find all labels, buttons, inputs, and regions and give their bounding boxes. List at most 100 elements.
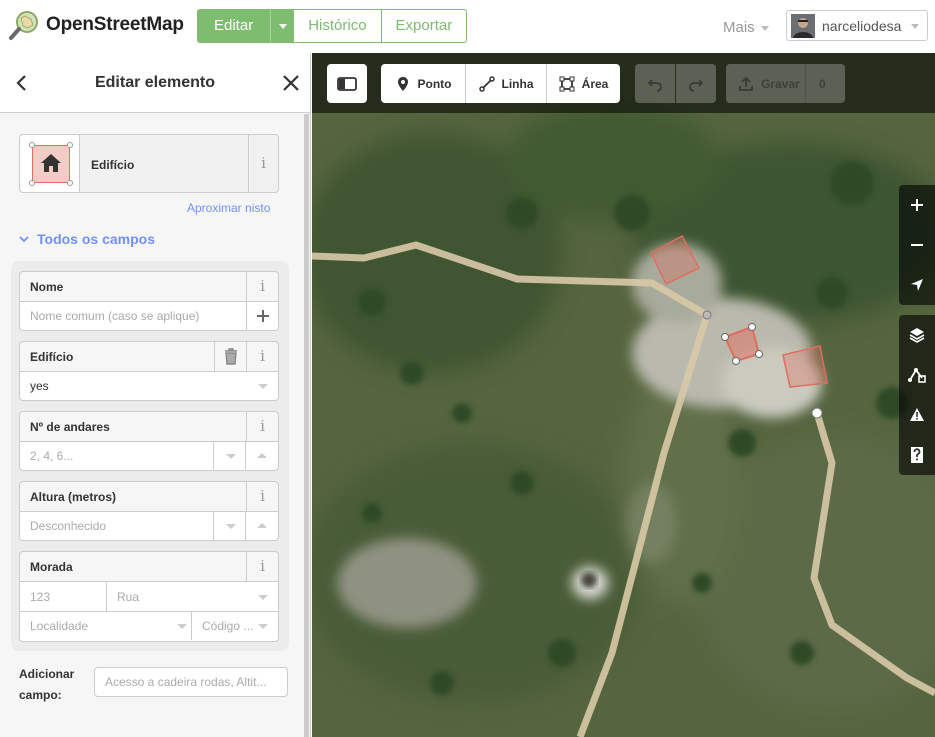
housenumber-input[interactable]: 123 [30, 582, 50, 610]
fields-container: Nome i Nome comum (caso se aplique) Edif… [11, 261, 289, 651]
add-line-button[interactable]: Linha [465, 64, 546, 103]
divider [245, 442, 246, 470]
building-combo[interactable]: yes [19, 371, 279, 401]
levels-placeholder: 2, 4, 6... [30, 449, 74, 463]
preset-selector[interactable]: Edifício i [19, 134, 279, 193]
background-layers-button[interactable] [899, 315, 935, 355]
increment-icon[interactable] [257, 453, 267, 458]
remove-field-button[interactable] [214, 342, 246, 371]
field-name: Nome i Nome comum (caso se aplique) [19, 271, 279, 331]
building-value: yes [30, 379, 49, 393]
chevron-down-icon [258, 624, 268, 629]
divider [245, 512, 246, 540]
map-toolbar: Ponto Linha Área Gravar 0 [312, 53, 935, 113]
geolocate-button[interactable] [899, 265, 935, 305]
edit-dropdown-button[interactable] [270, 9, 295, 43]
redo-button[interactable] [676, 64, 716, 103]
more-menu[interactable]: Mais [723, 19, 769, 36]
help-button[interactable] [899, 435, 935, 475]
help-icon [911, 447, 923, 463]
tab-edit[interactable]: Editar [197, 9, 271, 43]
field-info-button[interactable]: i [246, 342, 278, 371]
zoom-in-button[interactable] [899, 185, 935, 225]
close-icon [283, 75, 299, 91]
divider [213, 512, 214, 540]
field-label: Altura (metros) i [19, 481, 279, 511]
field-address: Morada i 123 Rua Localidade Código ... [19, 551, 279, 642]
decrement-icon[interactable] [226, 524, 236, 529]
close-button[interactable] [281, 73, 301, 93]
avatar [791, 13, 815, 38]
name-input[interactable]: Nome comum (caso se aplique) [19, 301, 279, 331]
sidebar-scrollbar[interactable] [304, 114, 309, 737]
field-label-text: Nome [30, 280, 64, 294]
more-menu-label: Mais [723, 19, 755, 36]
zoom-out-button[interactable] [899, 225, 935, 265]
name-placeholder: Nome comum (caso se aplique) [30, 309, 200, 323]
sidebar-toggle-button[interactable] [327, 64, 367, 103]
field-label-text: Altura (metros) [30, 490, 117, 504]
house-icon [41, 154, 61, 172]
chevron-down-icon [19, 236, 29, 243]
preset-info-button[interactable]: i [248, 135, 278, 192]
field-label-text: Nº de andares [30, 420, 110, 434]
map-data-button[interactable] [899, 355, 935, 395]
divider [805, 64, 806, 103]
layers-icon [909, 328, 925, 343]
add-localized-name-button[interactable] [246, 302, 278, 330]
zoom-to-link[interactable]: Aproximar nisto [187, 201, 270, 215]
point-icon [397, 76, 408, 91]
chevron-down-icon [911, 24, 919, 29]
tab-export[interactable]: Exportar [381, 9, 468, 43]
locality-input[interactable]: Localidade [30, 612, 88, 640]
field-info-button[interactable]: i [246, 482, 278, 511]
all-fields-toggle[interactable]: Todos os campos [19, 231, 155, 247]
trash-icon [225, 348, 237, 365]
redo-icon [689, 78, 704, 92]
postcode-input[interactable]: Código ... [202, 612, 253, 640]
undo-button[interactable] [635, 64, 675, 103]
osm-logo[interactable]: OpenStreetMap [8, 9, 184, 41]
inspector-header: Editar elemento [0, 53, 310, 113]
line-icon [478, 75, 495, 92]
save-button[interactable]: Gravar 0 [726, 64, 845, 103]
field-info-button[interactable]: i [246, 412, 278, 441]
save-count: 0 [819, 76, 826, 91]
add-field-label: Adicionar campo: [19, 667, 75, 702]
map-canvas[interactable]: Ponto Linha Área Gravar 0 [312, 53, 935, 737]
field-info-button[interactable]: i [246, 552, 278, 581]
chevron-down-icon [177, 624, 187, 629]
field-label: Edifício i [19, 341, 279, 371]
height-input[interactable]: Desconhecido [19, 511, 279, 541]
tab-history[interactable]: Histórico [294, 9, 382, 43]
chevron-down-icon [258, 384, 268, 389]
levels-input[interactable]: 2, 4, 6... [19, 441, 279, 471]
add-area-button[interactable]: Área [546, 64, 620, 103]
user-menu[interactable]: narceliodesa [786, 10, 928, 41]
osm-magnifier-icon [8, 9, 40, 41]
field-building: Edifício i yes [19, 341, 279, 401]
vertex-dot [67, 180, 73, 186]
top-navigation-bar: OpenStreetMap Editar Histórico Exportar … [0, 0, 935, 53]
field-label-text: Morada [30, 560, 73, 574]
field-levels: Nº de andares i 2, 4, 6... [19, 411, 279, 471]
add-point-button[interactable]: Ponto [381, 64, 465, 103]
header-tabs: Editar Histórico Exportar [197, 9, 468, 43]
field-height: Altura (metros) i Desconhecido [19, 481, 279, 541]
issues-button[interactable] [899, 395, 935, 435]
field-label: Nº de andares i [19, 411, 279, 441]
point-label: Ponto [417, 76, 452, 91]
geolocate-icon [911, 279, 923, 291]
divider [191, 612, 192, 640]
add-field-input[interactable]: Acesso a cadeira rodas, Altit... [94, 667, 288, 697]
field-info-button[interactable]: i [246, 272, 278, 301]
decrement-icon[interactable] [226, 454, 236, 459]
increment-icon[interactable] [257, 523, 267, 528]
street-input[interactable]: Rua [117, 582, 139, 610]
vertex-dot [29, 180, 35, 186]
height-placeholder: Desconhecido [30, 519, 107, 533]
map-data-icon [908, 368, 926, 383]
info-icon: i [261, 154, 266, 172]
zoom-out-icon [911, 244, 923, 246]
preset-icon-box [20, 135, 80, 192]
